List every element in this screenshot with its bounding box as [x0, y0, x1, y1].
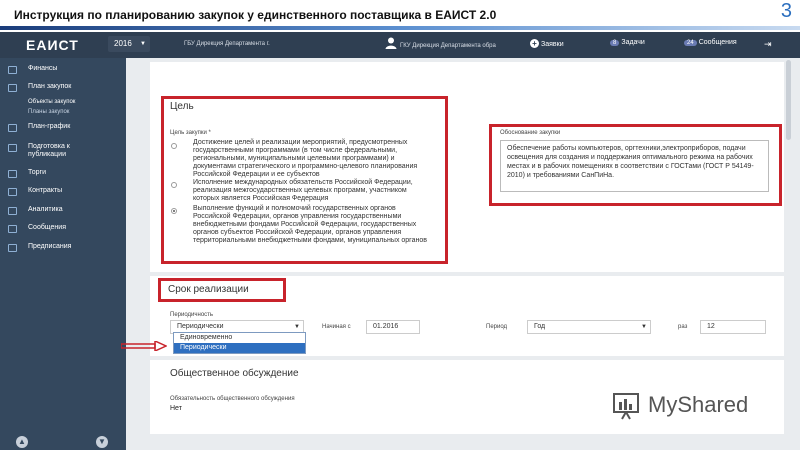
messages-count-badge: 24	[684, 40, 697, 46]
discussion-field-value: Нет	[170, 405, 182, 412]
arrow-up-icon[interactable]: ▲	[16, 436, 28, 448]
user-icon	[385, 37, 397, 49]
slide-header: Инструкция по планированию закупок у еди…	[0, 0, 800, 28]
times-input[interactable]: 12	[700, 320, 766, 334]
discussion-field-label: Обязательность общественного обсуждения	[170, 396, 295, 402]
app-logo[interactable]: ЕАИСТ	[26, 37, 79, 53]
dropdown-option-periodic[interactable]: Периодически	[174, 343, 305, 353]
sidebar-subitem-purchase-plans[interactable]: Планы закупок	[28, 109, 69, 115]
logout-icon[interactable]: ⇥	[764, 39, 772, 50]
justification-textarea[interactable]: Обеспечение работы компьютеров, оргтехни…	[500, 140, 769, 192]
slide-divider	[0, 26, 800, 30]
tenders-icon	[8, 170, 17, 178]
finance-icon	[8, 66, 17, 74]
periodicity-value: Периодически	[177, 323, 224, 330]
goal-option-3[interactable]: Выполнение функций и полномочий государс…	[193, 205, 433, 245]
sidebar-item-finance[interactable]: Финансы	[0, 62, 126, 78]
plan-icon	[8, 84, 17, 92]
sidebar-item-purchase-plan[interactable]: План закупок	[0, 80, 126, 96]
schedule-icon	[8, 124, 17, 132]
watermark: MyShared	[612, 392, 772, 420]
goal-option-2-radio[interactable]	[171, 182, 177, 188]
sidebar-item-schedule[interactable]: План-график	[0, 120, 126, 136]
slide-page-number: 3	[780, 0, 792, 22]
goal-option-1-radio[interactable]	[171, 143, 177, 149]
sidebar: Финансы План закупок Объекты закупок Пла…	[0, 58, 126, 450]
justification-label: Обоснование закупки	[500, 130, 561, 136]
sidebar-item-publication[interactable]: Подготовка к публикации	[0, 140, 126, 166]
organization-select[interactable]: ГБУ Дирекция Департамента г.	[184, 41, 270, 47]
arrow-down-icon[interactable]: ▼	[96, 436, 108, 448]
period-label: Период	[486, 324, 508, 330]
messages-button[interactable]: 24 Сообщения	[684, 39, 737, 46]
sidebar-footer: ▲ ▼	[0, 430, 126, 452]
year-select[interactable]: 2016 ▼	[108, 36, 150, 52]
start-date-input[interactable]: 01.2016	[366, 320, 420, 334]
scrollbar[interactable]	[786, 60, 791, 140]
sidebar-item-contracts[interactable]: Контракты	[0, 184, 126, 200]
analytics-icon	[8, 207, 17, 215]
requests-button[interactable]: + Заявки	[530, 39, 564, 48]
periodicity-dropdown[interactable]: Единовременно Периодически	[173, 332, 306, 354]
start-label: Начиная с	[322, 324, 351, 330]
tasks-count-badge: 8	[610, 40, 620, 46]
sidebar-item-orders[interactable]: Предписания	[0, 240, 126, 256]
goal-option-3-radio[interactable]	[171, 208, 177, 214]
year-value: 2016	[114, 39, 132, 48]
presentation-icon	[613, 393, 639, 420]
messages-icon	[8, 225, 17, 233]
goal-section-title: Цель	[170, 101, 194, 112]
period-select[interactable]: Год ▼	[527, 320, 651, 334]
periodicity-label: Периодичность	[170, 312, 214, 318]
contracts-icon	[8, 188, 17, 196]
user-organization[interactable]: ГКУ Дирекция Департамента обра	[400, 43, 496, 49]
goal-option-2[interactable]: Исполнение международных обязательств Ро…	[193, 179, 433, 203]
sidebar-item-tenders[interactable]: Торги	[0, 166, 126, 182]
sidebar-subitem-purchase-objects[interactable]: Объекты закупок	[28, 99, 75, 105]
goal-field-label: Цель закупки *	[170, 130, 211, 136]
times-label: раз	[678, 324, 688, 330]
app-topbar: ЕАИСТ 2016 ▼ ГБУ Дирекция Департамента г…	[0, 32, 800, 58]
red-arrow-icon	[121, 341, 167, 351]
sidebar-item-messages[interactable]: Сообщения	[0, 221, 126, 237]
chevron-down-icon: ▼	[140, 41, 146, 47]
orders-icon	[8, 244, 17, 252]
chevron-down-icon: ▼	[641, 324, 647, 330]
period-value: Год	[534, 323, 546, 330]
discussion-section-title: Общественное обсуждение	[170, 368, 299, 379]
plus-icon: +	[530, 39, 539, 48]
publication-icon	[8, 144, 17, 152]
tasks-button[interactable]: 8 Задачи	[610, 39, 645, 46]
sidebar-item-analytics[interactable]: Аналитика	[0, 203, 126, 219]
period-section-title: Срок реализации	[168, 284, 249, 295]
watermark-text: MyShared	[648, 392, 749, 417]
dropdown-option-once[interactable]: Единовременно	[174, 333, 305, 343]
goal-option-1[interactable]: Достижение целей и реализации мероприяти…	[193, 139, 433, 179]
slide-title: Инструкция по планированию закупок у еди…	[14, 8, 497, 22]
